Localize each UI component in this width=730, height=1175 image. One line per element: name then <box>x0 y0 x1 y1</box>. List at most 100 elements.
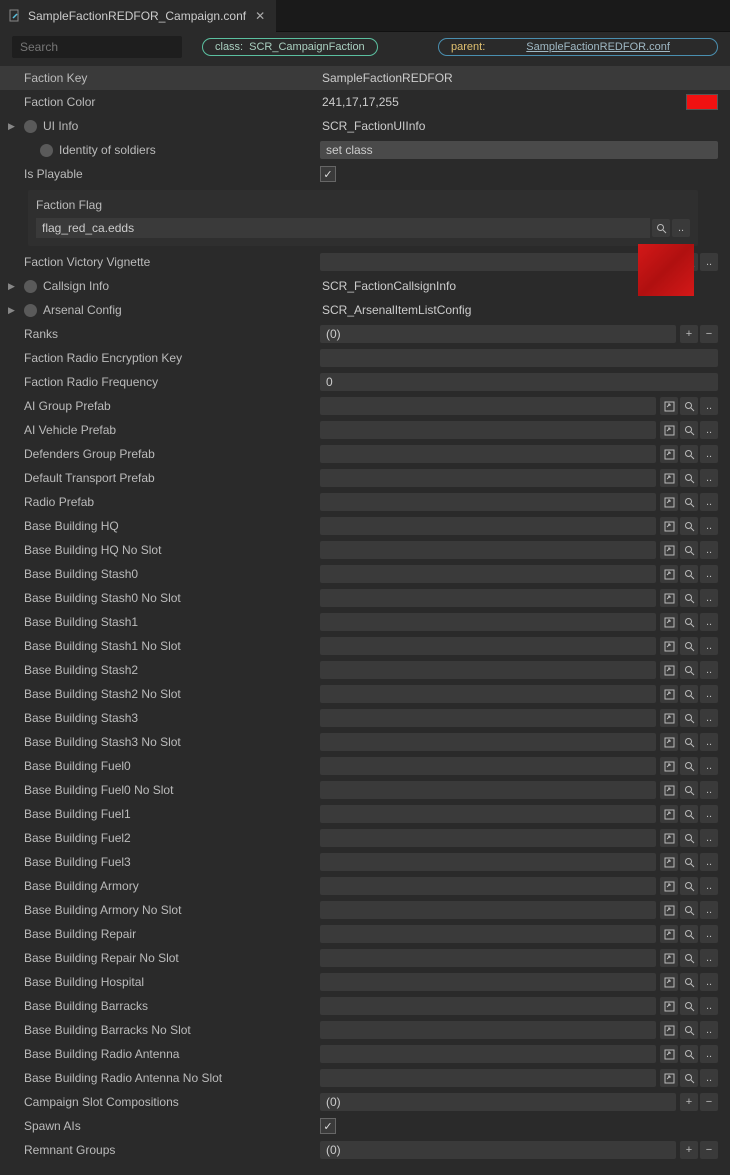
property-row[interactable]: Base Building Stash2 No Slot.. <box>0 682 730 706</box>
property-row[interactable]: ▶Callsign InfoSCR_FactionCallsignInfo <box>0 274 730 298</box>
property-row[interactable]: Base Building Hospital.. <box>0 970 730 994</box>
property-row[interactable]: Base Building Barracks.. <box>0 994 730 1018</box>
faction-flag-input[interactable] <box>36 218 650 238</box>
open-icon[interactable] <box>660 781 678 799</box>
resource-input[interactable] <box>320 565 656 583</box>
search-icon[interactable] <box>680 1069 698 1087</box>
resource-input[interactable] <box>320 661 656 679</box>
parent-pill[interactable]: parent: SampleFactionREDFOR.conf <box>438 38 718 56</box>
property-row[interactable]: Base Building Stash1.. <box>0 610 730 634</box>
more-button[interactable]: .. <box>700 877 718 895</box>
open-icon[interactable] <box>660 445 678 463</box>
open-icon[interactable] <box>660 901 678 919</box>
search-icon[interactable] <box>680 541 698 559</box>
open-icon[interactable] <box>660 709 678 727</box>
search-icon[interactable] <box>680 685 698 703</box>
open-icon[interactable] <box>660 757 678 775</box>
remove-button[interactable]: − <box>700 1141 718 1159</box>
open-icon[interactable] <box>660 661 678 679</box>
search-icon[interactable] <box>680 493 698 511</box>
property-row[interactable]: Campaign Slot Compositions+− <box>0 1090 730 1114</box>
resource-input[interactable] <box>320 973 656 991</box>
more-button[interactable]: .. <box>700 517 718 535</box>
property-row[interactable]: Base Building Radio Antenna No Slot.. <box>0 1066 730 1090</box>
resource-input[interactable] <box>320 253 656 271</box>
resource-input[interactable] <box>320 493 656 511</box>
search-icon[interactable] <box>680 709 698 727</box>
search-icon[interactable] <box>680 661 698 679</box>
property-row[interactable]: Base Building Stash0 No Slot.. <box>0 586 730 610</box>
open-icon[interactable] <box>660 997 678 1015</box>
search-icon[interactable] <box>680 421 698 439</box>
checkbox[interactable]: ✓ <box>320 166 336 182</box>
property-row[interactable]: Faction Radio Frequency <box>0 370 730 394</box>
more-button[interactable]: .. <box>700 901 718 919</box>
property-row[interactable]: Faction Victory Vignette.. <box>0 250 730 274</box>
close-icon[interactable]: ✕ <box>252 8 268 24</box>
property-row[interactable]: Default Transport Prefab.. <box>0 466 730 490</box>
resource-input[interactable] <box>320 829 656 847</box>
resource-input[interactable] <box>320 757 656 775</box>
search-icon[interactable] <box>680 469 698 487</box>
expander-icon[interactable]: ▶ <box>8 305 20 316</box>
property-row[interactable]: Remnant Groups+− <box>0 1138 730 1162</box>
search-icon[interactable] <box>680 781 698 799</box>
more-button[interactable]: .. <box>700 925 718 943</box>
override-dot-icon[interactable] <box>24 120 37 133</box>
resource-input[interactable] <box>320 853 656 871</box>
more-button[interactable]: .. <box>700 661 718 679</box>
property-row[interactable]: Is Playable✓ <box>0 162 730 186</box>
search-icon[interactable] <box>680 901 698 919</box>
more-button[interactable]: .. <box>700 757 718 775</box>
more-button[interactable]: .. <box>700 493 718 511</box>
resource-input[interactable] <box>320 805 656 823</box>
resource-input[interactable] <box>320 709 656 727</box>
property-row[interactable]: Base Building Fuel0 No Slot.. <box>0 778 730 802</box>
open-icon[interactable] <box>660 925 678 943</box>
add-button[interactable]: + <box>680 325 698 343</box>
open-icon[interactable] <box>660 733 678 751</box>
property-row[interactable]: Base Building HQ.. <box>0 514 730 538</box>
more-button[interactable]: .. <box>700 1069 718 1087</box>
more-button[interactable]: .. <box>700 781 718 799</box>
open-icon[interactable] <box>660 853 678 871</box>
property-row[interactable]: Base Building Stash1 No Slot.. <box>0 634 730 658</box>
text-input[interactable] <box>320 373 718 391</box>
override-dot-icon[interactable] <box>24 304 37 317</box>
property-row[interactable]: Base Building Armory.. <box>0 874 730 898</box>
property-row[interactable]: Base Building Stash0.. <box>0 562 730 586</box>
search-icon[interactable] <box>680 877 698 895</box>
resource-input[interactable] <box>320 421 656 439</box>
more-button[interactable]: .. <box>700 685 718 703</box>
resource-input[interactable] <box>320 877 656 895</box>
resource-input[interactable] <box>320 685 656 703</box>
more-button[interactable]: .. <box>700 805 718 823</box>
more-button[interactable]: .. <box>700 637 718 655</box>
search-icon[interactable] <box>680 1045 698 1063</box>
more-button[interactable]: .. <box>700 1021 718 1039</box>
resource-input[interactable] <box>320 997 656 1015</box>
more-button[interactable]: .. <box>700 445 718 463</box>
override-dot-icon[interactable] <box>24 280 37 293</box>
set-class-input[interactable] <box>320 141 718 159</box>
array-count[interactable] <box>320 1093 676 1111</box>
search-icon[interactable] <box>680 589 698 607</box>
resource-input[interactable] <box>320 1069 656 1087</box>
search-icon[interactable] <box>680 757 698 775</box>
more-button[interactable]: .. <box>672 219 690 237</box>
property-row[interactable]: Base Building Fuel0.. <box>0 754 730 778</box>
open-icon[interactable] <box>660 1045 678 1063</box>
property-row[interactable]: AI Group Prefab.. <box>0 394 730 418</box>
open-icon[interactable] <box>660 805 678 823</box>
more-button[interactable]: .. <box>700 541 718 559</box>
resource-input[interactable] <box>320 781 656 799</box>
override-dot-icon[interactable] <box>40 144 53 157</box>
add-button[interactable]: + <box>680 1093 698 1111</box>
open-icon[interactable] <box>660 589 678 607</box>
more-button[interactable]: .. <box>700 253 718 271</box>
search-icon[interactable] <box>680 613 698 631</box>
more-button[interactable]: .. <box>700 853 718 871</box>
open-icon[interactable] <box>660 469 678 487</box>
open-icon[interactable] <box>660 493 678 511</box>
search-icon[interactable] <box>680 517 698 535</box>
